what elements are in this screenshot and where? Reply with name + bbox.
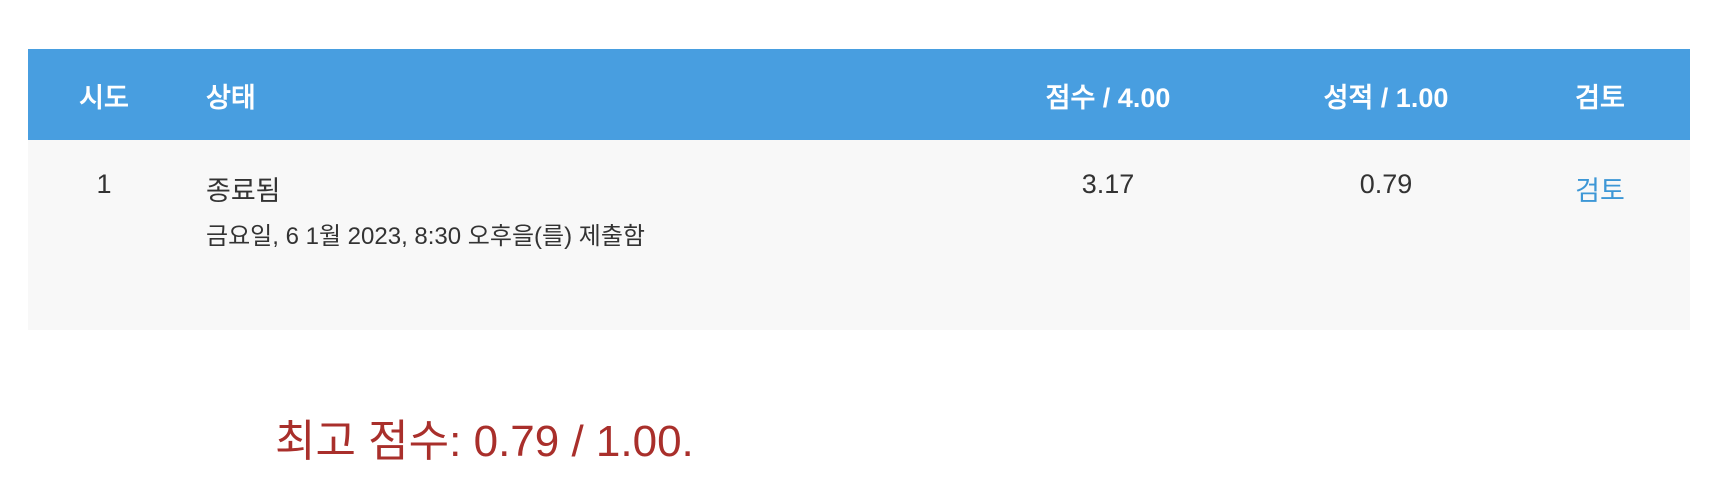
header-status: 상태 bbox=[206, 83, 256, 113]
header-attempt: 시도 bbox=[79, 83, 129, 113]
review-link[interactable]: 검토 bbox=[1550, 169, 1650, 208]
row-status: 종료됨 bbox=[206, 176, 281, 206]
header-grade: 성적 / 1.00 bbox=[1323, 83, 1449, 113]
row-grade: 0.79 bbox=[1359, 169, 1413, 199]
row-submitted-time: 금요일, 6 1월 2023, 8:30 오후을(를) 제출함 bbox=[206, 223, 646, 250]
row-score: 3.17 bbox=[1081, 169, 1135, 199]
best-score-summary: 최고 점수: 0.79 / 1.00. bbox=[275, 417, 694, 466]
table-row: 1 종료됨 금요일, 6 1월 2023, 8:30 오후을(를) 제출함 3.… bbox=[28, 140, 1690, 330]
row-attempt-number: 1 bbox=[96, 169, 112, 199]
header-score: 점수 / 4.00 bbox=[1045, 83, 1171, 113]
attempts-table: 시도 상태 점수 / 4.00 성적 / 1.00 검토 1 종료됨 금요일, … bbox=[28, 49, 1690, 330]
quiz-attempts-page: 시도 상태 점수 / 4.00 성적 / 1.00 검토 1 종료됨 금요일, … bbox=[0, 0, 1716, 488]
table-header: 시도 상태 점수 / 4.00 성적 / 1.00 검토 bbox=[28, 49, 1690, 140]
header-review: 검토 bbox=[1575, 83, 1625, 113]
